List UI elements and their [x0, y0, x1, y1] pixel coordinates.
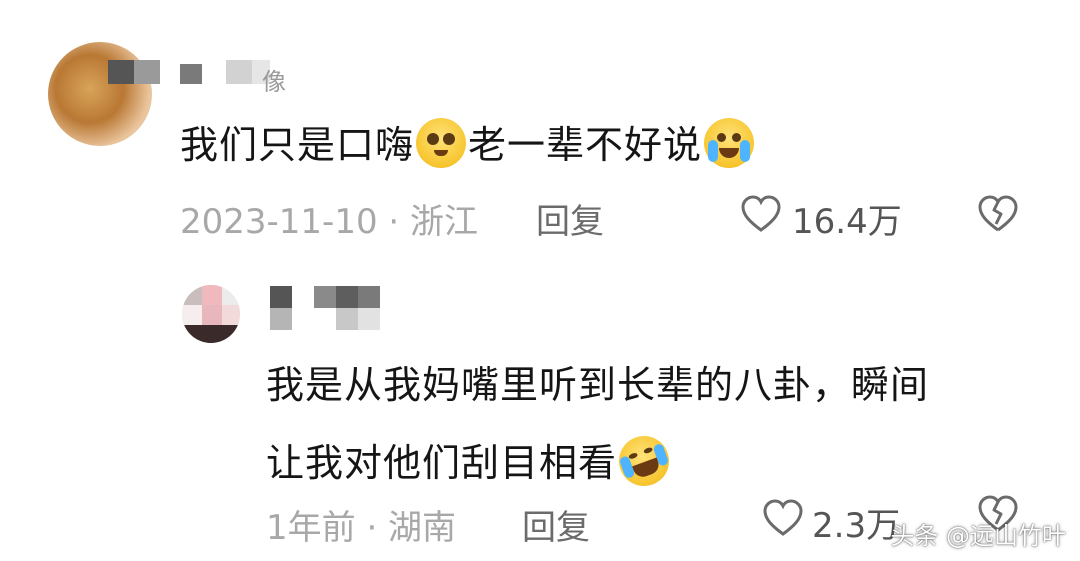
commenter-username[interactable]: 像 [262, 62, 286, 97]
reply-text-line: 我是从我妈嘴里听到长辈的八卦，瞬间 [266, 363, 930, 407]
commenter-avatar[interactable] [48, 42, 152, 146]
reply-text-line-with-emoji: 让我对他们刮目相看 [266, 428, 929, 498]
heart-outline-icon[interactable] [762, 498, 804, 538]
reply-button[interactable]: 回复 [522, 500, 590, 549]
comment-meta: 2023-11-10 · 浙江 [180, 202, 479, 242]
comment-text-part: 老一辈不好说 [468, 123, 703, 167]
reply-text-line: 让我对他们刮目相看 [266, 441, 618, 485]
replier-avatar[interactable] [182, 285, 240, 343]
reply-meta: 1年前 · 湖南 [266, 508, 457, 548]
pleading-face-icon [416, 118, 467, 168]
heart-outline-icon[interactable] [740, 194, 782, 234]
reply-button[interactable]: 回复 [536, 194, 604, 243]
watermark: 头条 @远山竹叶 [890, 522, 1066, 550]
rolling-laughing-icon [611, 428, 677, 494]
like-count: 2.3万 [812, 506, 901, 546]
replier-username-mosaic[interactable] [270, 286, 390, 332]
comment-text: 我们只是口嗨 老一辈不好说 [180, 110, 756, 180]
comment-text-part: 我们只是口嗨 [180, 123, 415, 167]
reply-text: 我是从我妈嘴里听到长辈的八卦，瞬间 让我对他们刮目相看 [266, 350, 929, 498]
crying-face-icon [704, 118, 755, 168]
broken-heart-icon[interactable] [976, 194, 1020, 234]
like-count: 16.4万 [792, 202, 902, 242]
